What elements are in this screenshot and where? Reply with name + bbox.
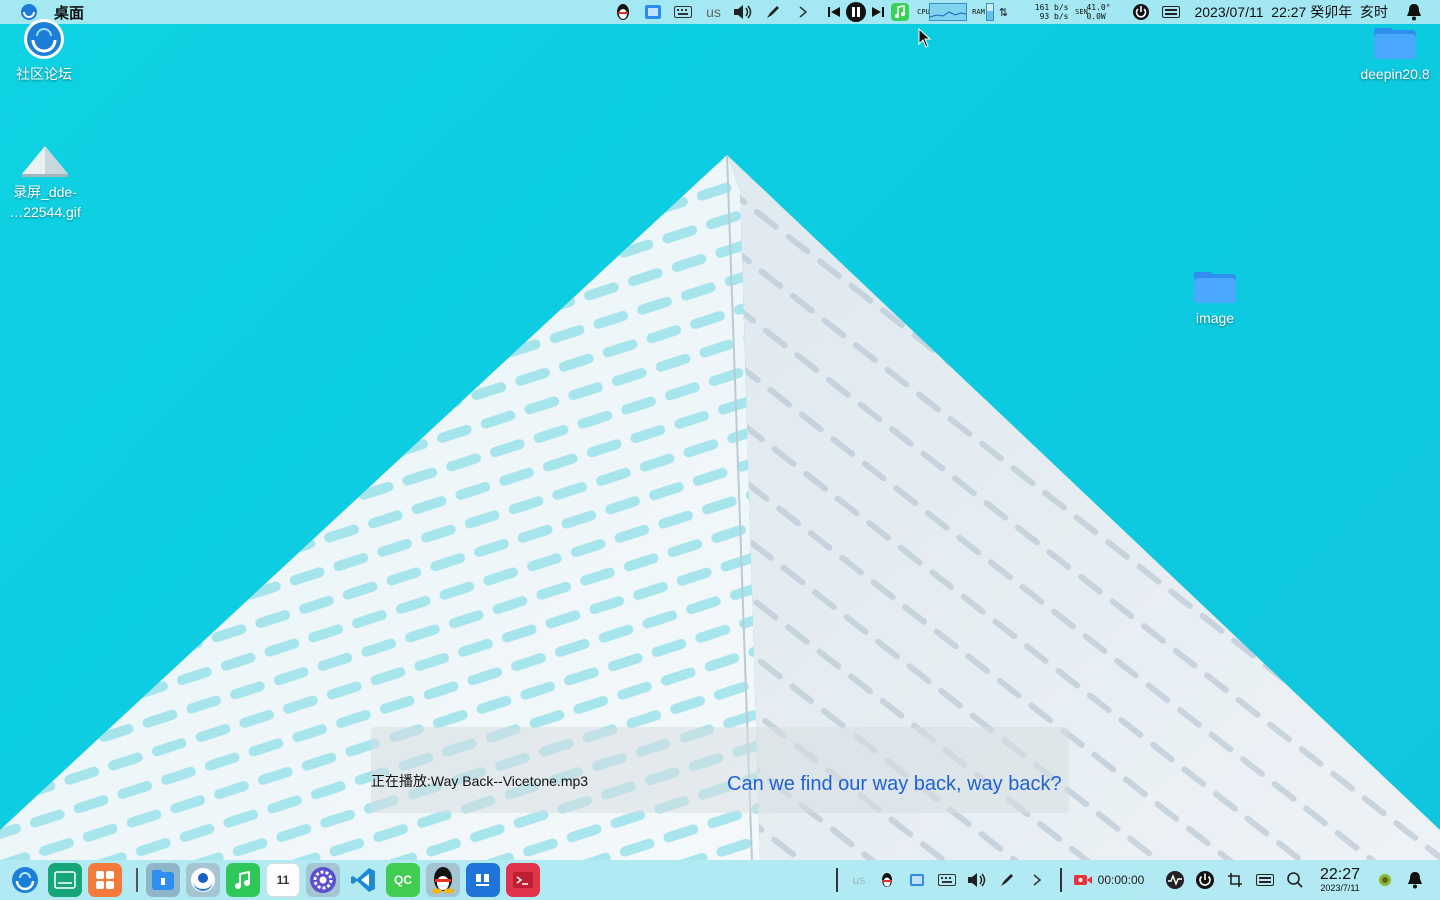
music-tray-icon[interactable] [888, 0, 912, 24]
screenshot-tray-icon[interactable] [902, 860, 932, 900]
screen-record-icon[interactable] [1070, 860, 1096, 900]
keyboard-tray-icon[interactable] [932, 860, 962, 900]
desktop-icon-label: image [1195, 310, 1235, 326]
top-panel: 桌面 us CPU RAM ⇅ 161 b/s 93 b/s SEN 41.0°… [0, 0, 1440, 24]
green-app-icon [54, 871, 76, 889]
desktop-lyrics[interactable]: 正在播放:Way Back--Vicetone.mp3 Can we find … [371, 727, 1069, 813]
cpu-label: CPU [917, 7, 930, 16]
qq-tray-icon[interactable] [872, 860, 902, 900]
gif-file-icon [22, 146, 68, 177]
desktop-icon-gif[interactable]: 录屏_dde- …22544.gif [4, 144, 86, 222]
search-icon[interactable] [1280, 860, 1310, 900]
desktop-icon-label: deepin20.8 [1360, 66, 1430, 82]
browser-icon [191, 868, 215, 892]
keyboard-layout-label[interactable]: us [698, 0, 728, 24]
dock-app-vscode[interactable] [346, 863, 380, 897]
pen-icon[interactable] [992, 860, 1022, 900]
screenshot-tray-icon[interactable] [638, 0, 668, 24]
dock-app-qt-creator[interactable]: QC [386, 863, 420, 897]
dock-clock[interactable]: 22:27 2023/7/11 [1310, 860, 1370, 900]
folder-icon [1194, 272, 1236, 303]
onscreen-keyboard-icon[interactable] [1156, 0, 1186, 24]
power-icon[interactable] [1190, 860, 1220, 900]
dock-app-qq[interactable] [426, 863, 460, 897]
pen-icon[interactable] [758, 0, 788, 24]
desktop-icon-label: 录屏_dde- …22544.gif [9, 184, 81, 220]
net-down: 93 b/s [1039, 12, 1069, 21]
temperature: 41.0° [1086, 3, 1111, 12]
keyboard-layout-tray[interactable]: us [846, 860, 872, 900]
dock-app-calendar[interactable]: 11 [266, 863, 300, 897]
dock-app-music[interactable] [226, 863, 260, 897]
power-icon[interactable] [1126, 0, 1156, 24]
net-up: 161 b/s [1034, 3, 1069, 12]
datetime[interactable]: 2023/07/11 22:27 癸卯年 亥时 [1194, 0, 1388, 24]
vscode-icon [351, 868, 375, 892]
system-monitor-icon[interactable] [1160, 860, 1190, 900]
sen-label: SEN [1075, 8, 1088, 16]
desktop-icon-forum[interactable]: 社区论坛 [8, 18, 80, 84]
status-indicator-icon[interactable] [1370, 860, 1400, 900]
volume-icon[interactable] [728, 0, 758, 24]
sensors[interactable]: 41.0° 0.0W [1086, 0, 1122, 24]
desktop-icon-image[interactable]: image [1184, 270, 1246, 328]
settings-icon [310, 867, 336, 893]
dock-app-terminal[interactable] [506, 863, 540, 897]
clock-date: 2023/7/11 [1320, 883, 1360, 893]
music-icon [235, 870, 250, 889]
qq-icon [432, 867, 454, 894]
deepin-launcher-icon [12, 867, 38, 893]
deepin-forum-icon [24, 19, 64, 59]
updown-arrows-icon: ⇅ [998, 6, 1009, 19]
dock-app-file-manager[interactable] [146, 863, 180, 897]
previous-track-icon[interactable] [824, 0, 844, 24]
onscreen-keyboard-icon[interactable] [1250, 860, 1280, 900]
pause-icon[interactable] [844, 0, 868, 24]
ram-gauge[interactable] [984, 0, 996, 24]
chevron-right-icon[interactable] [1022, 860, 1052, 900]
app-store-icon [96, 871, 114, 889]
next-track-icon[interactable] [868, 0, 888, 24]
desktop-icon-deepin208[interactable]: deepin20.8 [1354, 26, 1436, 84]
folder-icon [1374, 28, 1416, 59]
notification-bell-icon[interactable] [1394, 0, 1434, 24]
power-draw: 0.0W [1086, 12, 1106, 21]
dock: 11 QC us 00:00:00 22:27 2023/7/11 [0, 860, 1440, 900]
lyric-line: Can we find our way back, way back? [727, 773, 1062, 795]
cpu-graph[interactable] [928, 0, 968, 24]
notification-bell-icon[interactable] [1400, 860, 1430, 900]
qt-creator-icon: QC [394, 873, 412, 887]
net-speed[interactable]: 161 b/s 93 b/s [1016, 0, 1069, 24]
ram-label: RAM [972, 8, 985, 16]
dock-app-browser[interactable] [186, 863, 220, 897]
dock-separator [1060, 868, 1062, 892]
desktop-icon-label: 社区论坛 [16, 66, 72, 82]
dock-app-terminal-manager[interactable] [48, 863, 82, 897]
now-playing-text: 正在播放:Way Back--Vicetone.mp3 [371, 773, 589, 789]
qq-tray-icon[interactable] [608, 0, 638, 24]
screenshot-crop-icon[interactable] [1220, 860, 1250, 900]
calendar-icon: 11 [276, 873, 290, 887]
chevron-right-icon[interactable] [788, 0, 818, 24]
record-timer[interactable]: 00:00:00 [1096, 860, 1146, 900]
file-manager-icon [152, 870, 174, 890]
clock-time: 22:27 [1319, 866, 1361, 883]
dock-app-notes[interactable] [466, 863, 500, 897]
dock-separator [136, 868, 138, 892]
mouse-cursor-icon [918, 28, 932, 48]
keyboard-tray-icon[interactable] [668, 0, 698, 24]
notes-icon [476, 874, 489, 886]
volume-icon[interactable] [962, 860, 992, 900]
dock-app-settings[interactable] [306, 863, 340, 897]
dock-app-store[interactable] [88, 863, 122, 897]
dock-app-launcher[interactable] [8, 863, 42, 897]
dock-separator [836, 868, 838, 892]
terminal-icon [513, 872, 533, 888]
